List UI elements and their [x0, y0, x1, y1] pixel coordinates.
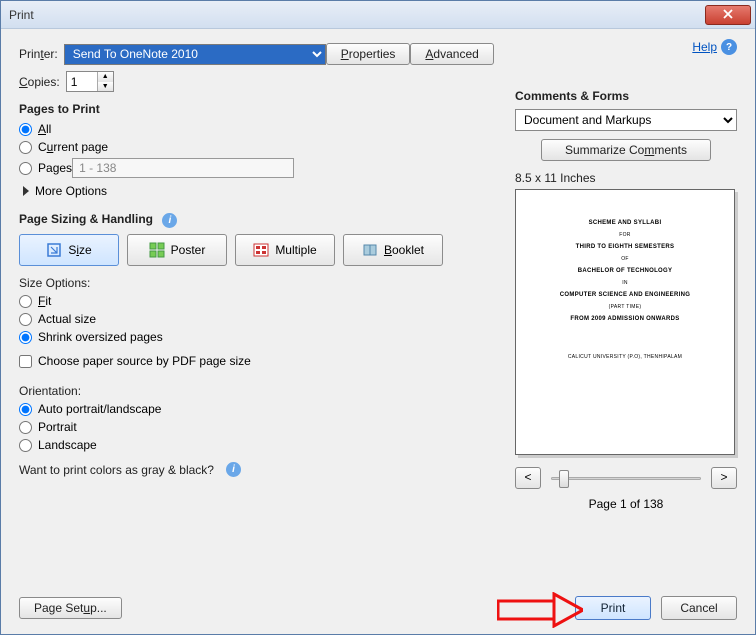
copies-spinner[interactable]: ▲▼	[66, 71, 114, 92]
orient-auto-label: Auto portrait/landscape	[38, 402, 161, 416]
tab-multiple-label: Multiple	[275, 243, 316, 257]
help-icon: ?	[721, 39, 737, 55]
copies-down[interactable]: ▼	[98, 82, 113, 92]
paper-source-label: Choose paper source by PDF page size	[38, 354, 251, 368]
printer-label: Printer:	[19, 47, 58, 61]
multiple-icon	[253, 242, 269, 258]
info-icon[interactable]: i	[162, 213, 177, 228]
actual-label: Actual size	[38, 312, 96, 326]
tab-multiple[interactable]: Multiple	[235, 234, 335, 266]
help-link[interactable]: Help ?	[692, 39, 737, 55]
gray-label: Want to print colors as gray & black?	[19, 463, 214, 477]
paper-source-check[interactable]	[19, 355, 32, 368]
prev-page-button[interactable]: <	[515, 467, 541, 489]
more-options-toggle[interactable]: More Options	[23, 184, 479, 198]
shrink-label: Shrink oversized pages	[38, 330, 163, 344]
window-title: Print	[5, 8, 705, 22]
tab-booklet-label: Booklet	[384, 243, 424, 257]
close-button[interactable]	[705, 5, 751, 25]
pages-current-radio[interactable]	[19, 141, 32, 154]
next-page-button[interactable]: >	[711, 467, 737, 489]
title-bar: Print	[1, 1, 755, 29]
page-indicator: Page 1 of 138	[515, 497, 737, 511]
shrink-radio[interactable]	[19, 331, 32, 344]
size-icon	[46, 242, 62, 258]
tab-size-label: Size	[68, 243, 91, 257]
cancel-button[interactable]: Cancel	[661, 596, 737, 620]
fit-label: Fit	[38, 294, 51, 308]
paper-size-label: 8.5 x 11 Inches	[515, 171, 737, 185]
info-icon-gray[interactable]: i	[226, 462, 241, 477]
orient-landscape-label: Landscape	[38, 438, 97, 452]
tab-size[interactable]: Size	[19, 234, 119, 266]
more-options-label: More Options	[35, 184, 107, 198]
orient-portrait-radio[interactable]	[19, 421, 32, 434]
orient-landscape-radio[interactable]	[19, 439, 32, 452]
page-setup-button[interactable]: Page Setup...	[19, 597, 122, 619]
pages-current-label: Current page	[38, 140, 108, 154]
page-preview: SCHEME AND SYLLABI FOR THIRD TO EIGHTH S…	[515, 189, 735, 455]
size-options-label: Size Options:	[19, 276, 473, 290]
comments-combo[interactable]: Document and Markups	[515, 109, 737, 131]
poster-icon	[149, 242, 165, 258]
zoom-slider[interactable]	[551, 469, 701, 487]
fit-radio[interactable]	[19, 295, 32, 308]
sizing-title: Page Sizing & Handling i	[19, 212, 479, 228]
orient-auto-radio[interactable]	[19, 403, 32, 416]
copies-input[interactable]	[67, 72, 97, 91]
print-button[interactable]: Print	[575, 596, 651, 620]
properties-button[interactable]: Properties	[326, 43, 411, 65]
tab-poster-label: Poster	[171, 243, 206, 257]
tab-poster[interactable]: Poster	[127, 234, 227, 266]
pages-all-radio[interactable]	[19, 123, 32, 136]
tab-booklet[interactable]: Booklet	[343, 234, 443, 266]
pages-range-input[interactable]	[72, 158, 294, 178]
copies-up[interactable]: ▲	[98, 72, 113, 82]
pages-to-print-title: Pages to Print	[19, 102, 479, 116]
pages-all-label: All	[38, 122, 51, 136]
printer-select[interactable]: Send To OneNote 2010	[64, 44, 326, 65]
orient-portrait-label: Portrait	[38, 420, 77, 434]
actual-radio[interactable]	[19, 313, 32, 326]
copies-label: Copies:	[19, 75, 60, 89]
advanced-button[interactable]: Advanced	[410, 43, 493, 65]
summarize-button[interactable]: Summarize Comments	[541, 139, 711, 161]
orientation-label: Orientation:	[19, 384, 473, 398]
chevron-right-icon	[23, 186, 29, 196]
help-label: Help	[692, 40, 717, 54]
pages-range-radio[interactable]	[19, 162, 32, 175]
pages-range-label: Pages	[38, 161, 72, 175]
comments-title: Comments & Forms	[515, 89, 737, 103]
booklet-icon	[362, 242, 378, 258]
